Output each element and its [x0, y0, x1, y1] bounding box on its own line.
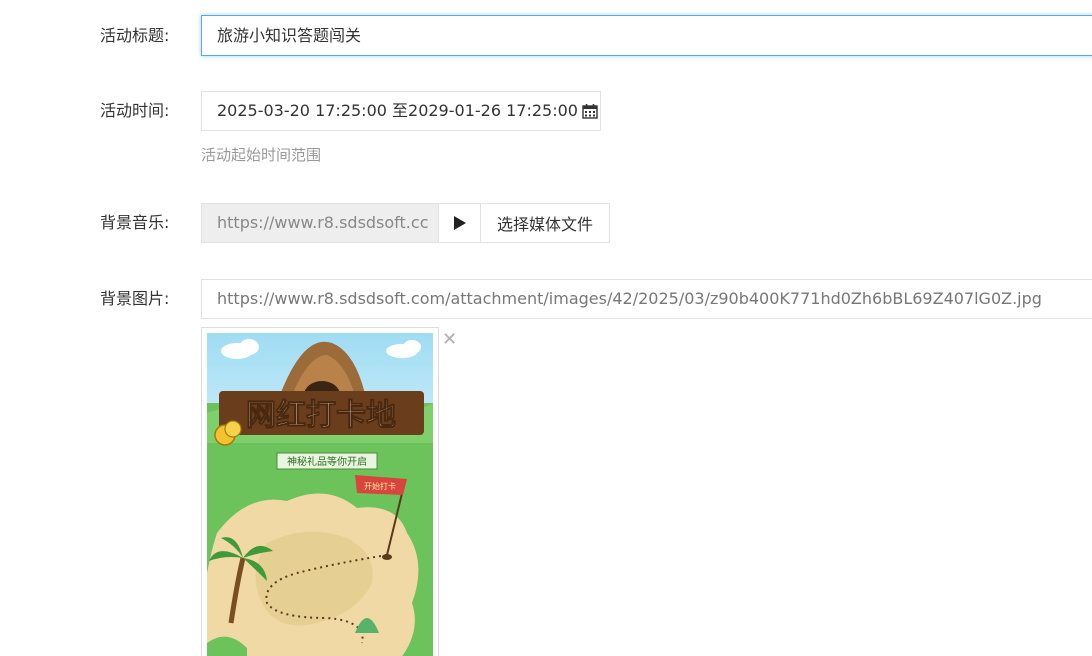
title-input[interactable]: 旅游小知识答题闯关 — [201, 15, 1092, 56]
play-button[interactable] — [438, 203, 481, 243]
music-url-value: https://www.r8.sdsdsoft.cc — [217, 213, 429, 232]
preview-flag-text: 开始打卡 — [364, 481, 396, 491]
calendar-icon[interactable] — [582, 103, 598, 119]
music-label: 背景音乐: — [100, 213, 170, 232]
remove-image-button[interactable]: ✕ — [442, 330, 457, 350]
time-label: 活动时间: — [100, 101, 170, 120]
choose-media-button[interactable]: 选择媒体文件 — [480, 203, 610, 243]
preview-subtitle-text: 神秘礼品等你开启 — [287, 455, 367, 468]
play-icon — [453, 216, 466, 230]
image-preview-thumbnail: 网红打卡地 神秘礼品等你开启 开始打卡 — [201, 327, 439, 656]
music-url-input: https://www.r8.sdsdsoft.cc — [201, 203, 439, 243]
image-label: 背景图片: — [100, 289, 170, 308]
image-url-value: https://www.r8.sdsdsoft.com/attachment/i… — [217, 289, 1042, 308]
time-help-text: 活动起始时间范围 — [201, 146, 322, 164]
close-icon: ✕ — [442, 329, 458, 350]
time-range-value: 2025-03-20 17:25:00 至2029-01-26 17:25:00 — [217, 101, 578, 120]
activity-settings-form: 活动标题: 旅游小知识答题闯关 活动时间: 2025-03-20 17:25:0… — [0, 0, 1092, 656]
title-label: 活动标题: — [100, 26, 170, 45]
background-preview-image: 网红打卡地 神秘礼品等你开启 开始打卡 — [207, 333, 433, 656]
preview-title-text: 网红打卡地 — [246, 398, 396, 433]
time-range-input[interactable]: 2025-03-20 17:25:00 至2029-01-26 17:25:00 — [201, 91, 601, 131]
title-input-value: 旅游小知识答题闯关 — [217, 25, 362, 45]
image-url-input[interactable]: https://www.r8.sdsdsoft.com/attachment/i… — [201, 279, 1092, 319]
